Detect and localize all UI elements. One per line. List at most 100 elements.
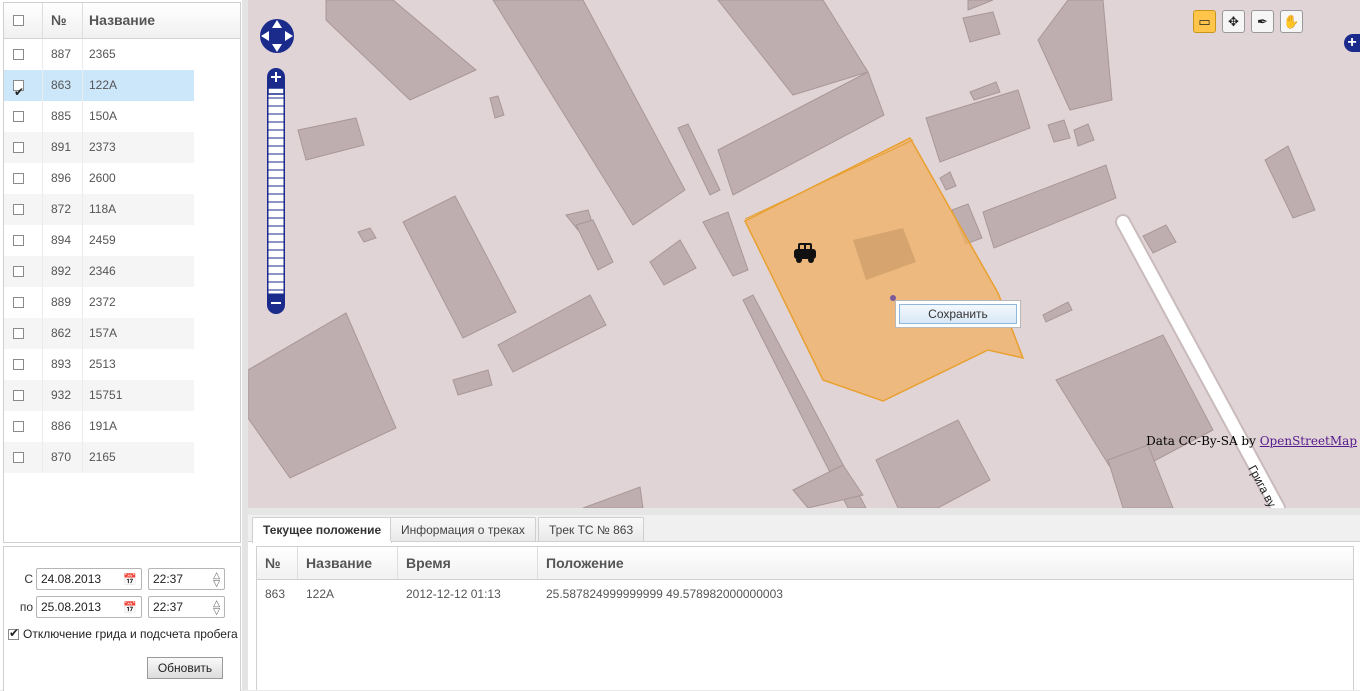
vehicle-checkbox[interactable] xyxy=(13,420,24,432)
disable-grid-option[interactable]: Отключение грида и подсчета пробега xyxy=(8,626,238,641)
column-header-name[interactable]: Название xyxy=(297,547,397,579)
vehicle-name: 157A xyxy=(82,318,190,349)
layer-switcher-plus-icon[interactable]: + xyxy=(1344,34,1360,52)
to-time-input[interactable]: 22:37 △ ▽ xyxy=(148,596,225,618)
edit-tool[interactable]: ✒ xyxy=(1251,10,1274,33)
select-all-checkbox[interactable] xyxy=(13,14,24,26)
vehicle-check-cell xyxy=(4,194,42,225)
building xyxy=(925,89,1031,163)
vehicle-checkbox[interactable] xyxy=(13,389,24,401)
vehicle-checkbox[interactable] xyxy=(13,296,24,308)
vehicle-grid: № Название 8872365 863122A 885150A 89123… xyxy=(3,2,241,543)
table-row[interactable]: 863 122A 2012-12-12 01:13 25.58782499999… xyxy=(257,580,1353,608)
column-header-position[interactable]: Положение xyxy=(537,547,937,579)
building xyxy=(492,0,686,226)
vehicle-row[interactable]: 872 118A xyxy=(4,194,194,225)
vehicle-checkbox[interactable] xyxy=(13,358,24,370)
vehicle-name: 2600 xyxy=(82,163,190,194)
map-view[interactable]: Грига ву Data CC-By-SA by OpenStreetMap … xyxy=(248,0,1360,508)
vehicle-row[interactable]: 870 2165 xyxy=(4,442,194,473)
vehicle-checkbox[interactable] xyxy=(13,234,24,246)
vehicle-checkbox[interactable] xyxy=(13,48,24,60)
refresh-button[interactable]: Обновить xyxy=(147,657,223,679)
save-button[interactable]: Сохранить xyxy=(899,304,1017,324)
vehicle-row[interactable]: 863122A xyxy=(4,70,194,108)
vehicle-row[interactable]: 894 2459 xyxy=(4,225,194,256)
vehicle-row[interactable]: 896 2600 xyxy=(4,163,194,194)
from-time-input[interactable]: 22:37 △ ▽ xyxy=(148,568,225,590)
vehicle-name: 2513 xyxy=(82,349,190,380)
vehicle-checkbox[interactable] xyxy=(13,451,24,463)
spinner-icon[interactable]: △ ▽ xyxy=(213,599,220,616)
hand-icon: ✋ xyxy=(1283,14,1300,29)
pan-tool[interactable]: ✋ xyxy=(1280,10,1303,33)
pan-control xyxy=(260,19,294,53)
vehicle-checkbox[interactable] xyxy=(13,203,24,215)
vehicle-checkbox[interactable] xyxy=(13,141,24,153)
from-time-value: 22:37 xyxy=(153,572,184,586)
calendar-icon[interactable]: 📅 xyxy=(123,573,137,586)
cell-position: 25.587824999999999 49.578982000000003 xyxy=(537,580,937,608)
column-header-number[interactable]: № xyxy=(42,3,82,38)
vehicle-check-cell xyxy=(4,349,42,380)
vehicle-number: 891 xyxy=(42,132,82,163)
vehicle-name: 122A xyxy=(82,70,190,101)
to-date-input[interactable]: 25.08.2013 📅 xyxy=(36,596,142,618)
building xyxy=(297,117,365,161)
building xyxy=(357,227,377,243)
vehicle-row[interactable]: 889 2372 xyxy=(4,287,194,318)
move-tool[interactable]: ✥ xyxy=(1222,10,1245,33)
vehicle-checkbox[interactable] xyxy=(13,77,24,108)
vehicle-check-cell xyxy=(4,101,42,132)
vehicle-rows: 8872365 863122A 885150A 8912373 8962600 … xyxy=(4,39,240,473)
vehicle-row[interactable]: 892 2346 xyxy=(4,256,194,287)
vehicle-row[interactable]: 891 2373 xyxy=(4,132,194,163)
disable-grid-checkbox[interactable] xyxy=(8,626,19,640)
column-header-time[interactable]: Время xyxy=(397,547,537,579)
tab-current-position[interactable]: Текущее положение xyxy=(252,517,393,543)
from-date-input[interactable]: 24.08.2013 📅 xyxy=(36,568,142,590)
building xyxy=(248,312,397,479)
tab-vehicle-track[interactable]: Трек ТС № 863 xyxy=(538,517,645,541)
vehicle-check-cell xyxy=(4,163,42,194)
draw-polygon-tool[interactable]: ▭ xyxy=(1193,10,1216,33)
vehicle-checkbox[interactable] xyxy=(13,265,24,277)
vehicle-checkbox[interactable] xyxy=(13,327,24,339)
column-header-name[interactable]: Название xyxy=(82,3,190,38)
building xyxy=(677,123,721,196)
polygon-icon: ▭ xyxy=(1198,14,1211,29)
vehicle-check-cell xyxy=(4,287,42,318)
building xyxy=(1047,119,1071,143)
building xyxy=(582,486,644,508)
to-row: по 25.08.2013 📅 22:37 △ ▽ xyxy=(4,595,225,619)
calendar-icon[interactable]: 📅 xyxy=(123,601,137,614)
vehicle-checkbox[interactable] xyxy=(13,110,24,122)
horizontal-splitter[interactable] xyxy=(248,508,1360,515)
building xyxy=(497,294,607,373)
vehicle-name: 2365 xyxy=(82,39,190,70)
pen-icon: ✒ xyxy=(1257,14,1268,29)
vehicle-checkbox[interactable] xyxy=(13,172,24,184)
column-header-number[interactable]: № xyxy=(257,547,297,579)
vehicle-row[interactable]: 886 191A xyxy=(4,411,194,442)
vehicle-check-cell xyxy=(4,39,42,70)
spinner-icon[interactable]: △ ▽ xyxy=(213,571,220,588)
openstreetmap-link[interactable]: OpenStreetMap xyxy=(1260,434,1357,448)
vehicle-row[interactable]: 932 15751 xyxy=(4,380,194,411)
building xyxy=(939,171,957,191)
attribution-text: Data CC-By-SA by xyxy=(1146,434,1260,448)
vehicle-row[interactable]: 893 2513 xyxy=(4,349,194,380)
vehicle-check-cell xyxy=(4,225,42,256)
building xyxy=(649,239,697,286)
vehicle-row[interactable]: 885 150A xyxy=(4,101,194,132)
map-canvas: Грига ву xyxy=(248,0,1316,508)
vehicle-number: 870 xyxy=(42,442,82,473)
tab-track-info[interactable]: Информация о треках xyxy=(390,517,536,541)
building xyxy=(402,195,517,339)
building xyxy=(575,219,614,271)
vehicle-row[interactable]: 887 2365 xyxy=(4,39,194,70)
vehicle-row[interactable]: 862 157A xyxy=(4,318,194,349)
building xyxy=(1037,0,1113,111)
to-label: по xyxy=(19,600,33,614)
vehicle-number: 894 xyxy=(42,225,82,256)
